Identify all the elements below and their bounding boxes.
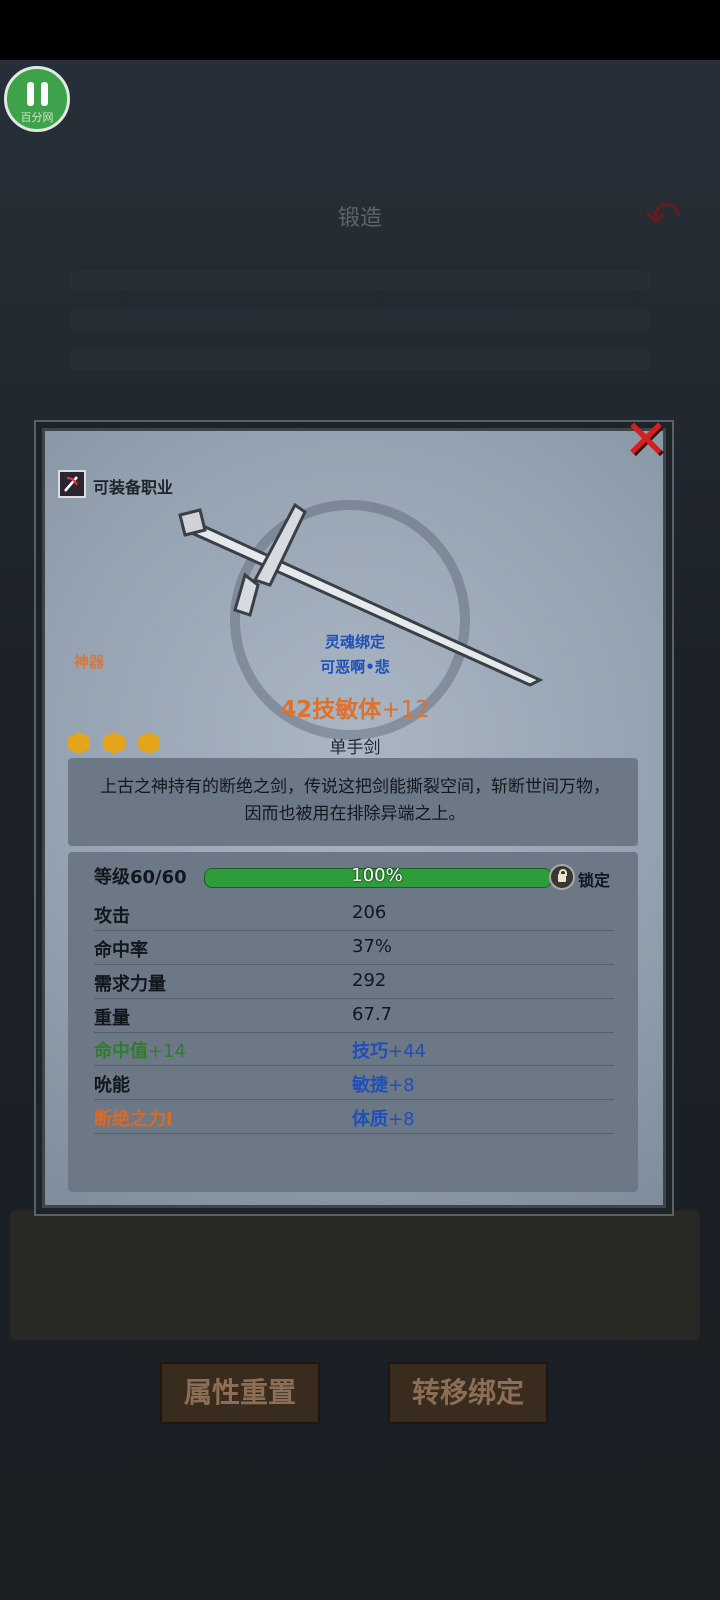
bonus-key: 命中值+14 (94, 1041, 186, 1062)
star-icon (103, 732, 126, 754)
soul-bound-label: 灵魂绑定 (324, 633, 385, 651)
item-name-main: 42技敏体 (280, 697, 382, 723)
bonus-key: 吮能 (94, 1075, 130, 1096)
stat-value: 67.7 (352, 1004, 393, 1025)
job-class-icon[interactable] (58, 470, 86, 498)
lock-label[interactable]: 锁定 (578, 867, 610, 891)
header-band (0, 60, 720, 190)
stat-row: 命中率 37% (94, 930, 614, 965)
status-bar-area (0, 0, 720, 60)
stat-key: 攻击 (94, 906, 130, 927)
level-label: 等级60/60 (94, 867, 187, 888)
background-row (70, 350, 650, 370)
owner-name: 可恶啊•悲 (320, 658, 390, 676)
back-arrow-icon[interactable]: ↶ (645, 195, 705, 241)
level-progress-text: 100% (351, 865, 403, 886)
stat-value: 37% (352, 936, 393, 957)
background-screen-title: 锻造 (337, 206, 382, 231)
reset-attributes-button[interactable]: 属性重置 (160, 1362, 320, 1424)
bonus-value: 技巧+44 (352, 1041, 426, 1062)
pause-icon (41, 82, 48, 106)
star-rating (68, 732, 168, 758)
close-icon[interactable]: ✕ (620, 412, 672, 468)
background-row (70, 310, 650, 330)
bonus-row: 命中值+14 技巧+44 (94, 1031, 614, 1066)
stat-value: 206 (352, 902, 387, 923)
stat-row: 重量 67.7 (94, 998, 614, 1033)
stat-row: 攻击 206 (94, 896, 614, 931)
stat-value: 292 (352, 970, 387, 991)
stat-key: 需求力量 (94, 974, 166, 995)
bonus-key: 断绝之力I (94, 1109, 173, 1130)
star-icon (68, 732, 90, 754)
bonus-value: 体质+8 (352, 1109, 415, 1130)
background-row (70, 270, 650, 290)
equip-class-label[interactable]: 可装备职业 (93, 474, 173, 498)
star-icon (138, 732, 161, 754)
stat-row: 需求力量 292 (94, 964, 614, 999)
transfer-binding-button[interactable]: 转移绑定 (388, 1362, 548, 1424)
watermark: 百分网 (20, 111, 54, 124)
item-description: 上古之神持有的断绝之剑，传说这把剑能撕裂空间，斩断世间万物，因而也被用在排除异端… (100, 777, 610, 824)
item-name: 42技敏体+12 (230, 690, 480, 724)
stat-key: 重量 (94, 1008, 130, 1029)
stat-key: 命中率 (94, 940, 148, 961)
lock-icon[interactable] (549, 864, 575, 890)
bonus-row: 断绝之力I 体质+8 (94, 1099, 614, 1134)
weapon-type: 单手剑 (329, 738, 381, 758)
bonus-value: 敏捷+8 (352, 1075, 415, 1096)
pause-icon (27, 82, 34, 106)
bonus-row: 吮能 敏捷+8 (94, 1065, 614, 1100)
background-panel (10, 1210, 700, 1340)
pause-button[interactable]: 百分网 (4, 66, 70, 132)
rarity-label: 神器 (74, 653, 105, 671)
enhance-level: +12 (381, 697, 430, 723)
